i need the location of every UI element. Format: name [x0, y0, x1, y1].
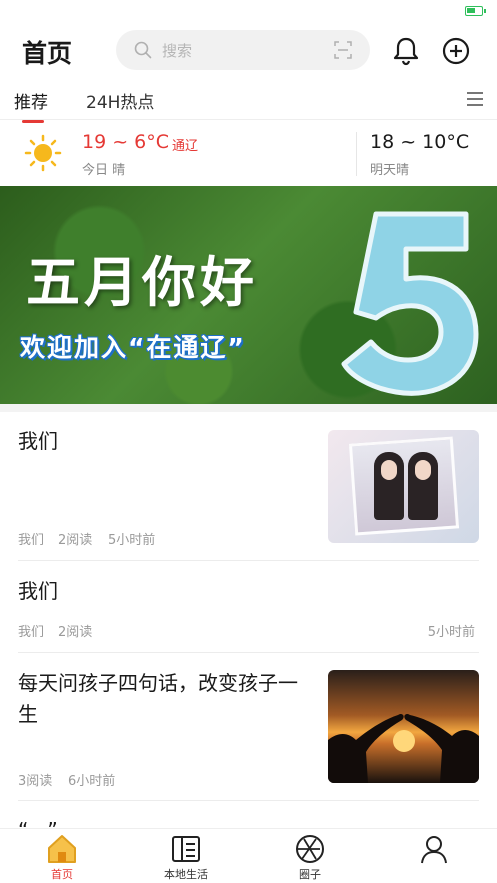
article-title[interactable]: 每天问孩子四句话，改变孩子一生	[18, 668, 310, 730]
banner-title: 五月你好	[26, 251, 258, 314]
tab-home-label: 首页	[51, 868, 73, 881]
tab-home[interactable]: 首页	[22, 833, 102, 883]
article-title[interactable]: 我们	[18, 576, 458, 607]
couple-silhouette	[328, 713, 479, 783]
search-icon	[134, 41, 152, 59]
tab-profile[interactable]	[394, 833, 474, 883]
circle-icon	[296, 835, 324, 863]
article-reads: 3阅读	[18, 774, 53, 789]
lake-five-graphic	[341, 211, 479, 396]
bell-icon[interactable]	[392, 36, 420, 66]
scan-icon[interactable]	[334, 41, 352, 59]
article-time: 6小时前	[68, 774, 116, 789]
page-title: 首页	[22, 39, 73, 68]
sun-icon	[24, 134, 62, 172]
article-time: 5小时前	[108, 533, 156, 548]
today-temperature: 19 ~ 6°C	[82, 131, 170, 153]
article-reads: 2阅读	[58, 625, 93, 640]
banner-subtitle: 欢迎加入“在通辽”	[20, 333, 246, 362]
article-time: 5小时前	[427, 625, 475, 640]
tab-circle-label: 圈子	[299, 868, 321, 881]
tab-local-life[interactable]: 本地生活	[146, 833, 226, 883]
search-bar[interactable]: 搜索	[116, 30, 370, 70]
category-tabs: 推荐 24H热点	[0, 80, 497, 123]
search-placeholder: 搜索	[162, 42, 193, 60]
article-source: 我们	[18, 625, 45, 640]
photo-frame	[348, 436, 460, 536]
home-icon	[48, 835, 76, 863]
battery-icon	[465, 6, 486, 16]
status-bar	[0, 0, 497, 24]
menu-icon[interactable]	[467, 92, 483, 106]
divider	[18, 800, 479, 801]
add-icon[interactable]	[442, 37, 470, 65]
tomorrow-description: 明天晴	[370, 163, 410, 178]
section-separator	[0, 404, 497, 412]
divider	[18, 652, 479, 653]
article-reads: 2阅读	[58, 533, 93, 548]
promo-banner[interactable]: 五月你好 欢迎加入“在通辽”	[0, 186, 497, 404]
article-title[interactable]: 我们	[18, 426, 308, 457]
divider	[18, 560, 479, 561]
tomorrow-temperature: 18 ~ 10°C	[370, 131, 470, 153]
header: 首页 搜索	[0, 26, 497, 76]
tab-recommend[interactable]: 推荐	[14, 88, 48, 123]
city-name: 通辽	[172, 139, 199, 154]
bottom-tab-bar: 首页 本地生活 圈子	[0, 828, 497, 883]
article-thumbnail[interactable]	[328, 670, 479, 783]
person-face	[415, 460, 431, 480]
article-thumbnail[interactable]	[328, 430, 479, 543]
person-face	[381, 460, 397, 480]
weather-divider	[356, 132, 357, 176]
tab-local-life-label: 本地生活	[164, 868, 208, 881]
tab-circle[interactable]: 圈子	[270, 833, 350, 883]
profile-icon	[421, 836, 447, 864]
article-source: 我们	[18, 533, 45, 548]
today-description: 今日 晴	[82, 163, 126, 178]
tab-24h-hot[interactable]: 24H热点	[86, 88, 154, 113]
weather-widget[interactable]: 19 ~ 6°C 通辽 今日 晴 18 ~ 10°C 明天晴	[0, 122, 497, 184]
local-life-icon	[172, 836, 200, 862]
